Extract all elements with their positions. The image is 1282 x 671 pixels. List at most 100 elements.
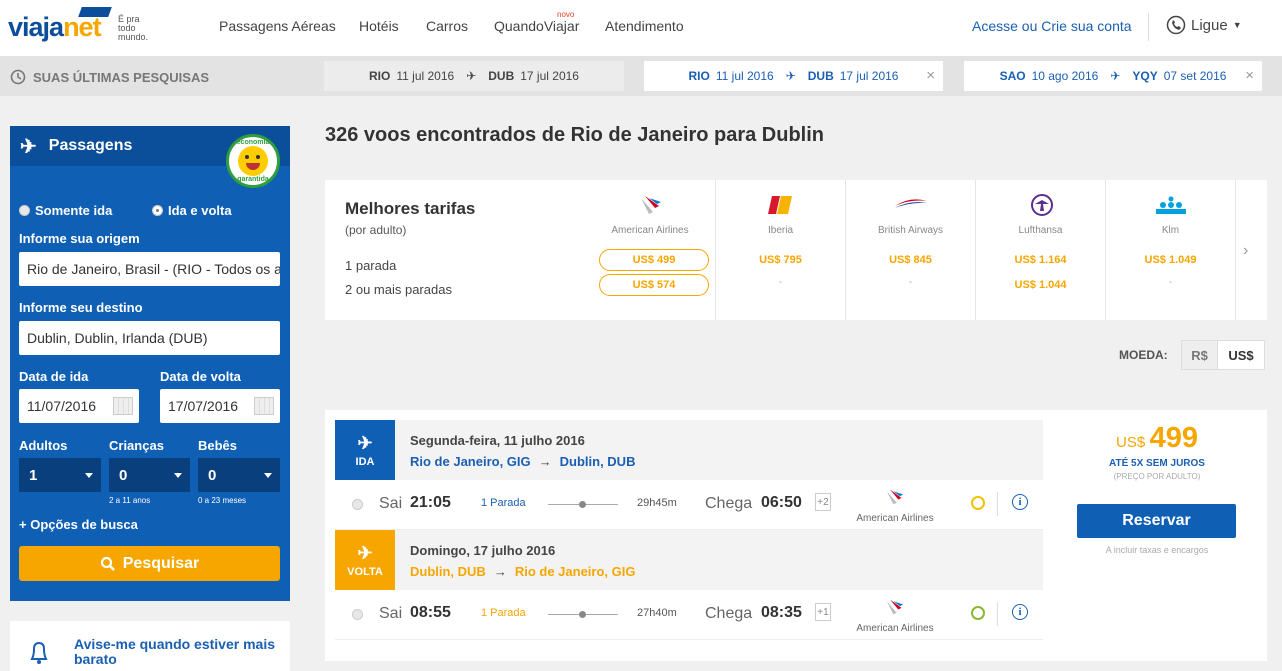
return-segment-header: ✈ VOLTA Domingo, 17 julho 2016 Dublin, D… — [335, 530, 1043, 590]
price-alert-text[interactable]: Avise-me quando estiver mais barato — [74, 637, 290, 667]
radio-round-trip[interactable]: Ida e volta — [152, 203, 232, 218]
currency-label: MOEDA: — [1119, 348, 1168, 362]
info-icon[interactable]: i — [1012, 604, 1028, 620]
adults-label: Adultos — [19, 438, 68, 453]
price-per-adult-note: (PREÇO POR ADULTO) — [1113, 472, 1201, 481]
outbound-flight-option[interactable]: Sai 21:05 1 Parada 29h45m Chega 06:50 +2… — [335, 480, 1043, 530]
reserve-button[interactable]: Reservar — [1077, 504, 1236, 538]
fare-price-empty: - — [1168, 276, 1173, 288]
best-fares-title: Melhores tarifas — [345, 199, 476, 218]
close-icon[interactable]: × — [1245, 67, 1254, 84]
airline-name: American Airlines — [856, 623, 934, 634]
fare-column-klm[interactable]: Klm US$ 1.049 - — [1105, 180, 1235, 320]
airline-name: British Airways — [877, 225, 943, 236]
search-button[interactable]: Pesquisar — [19, 546, 280, 581]
arrow-right-icon: → — [493, 564, 507, 579]
fare-column-british-airways[interactable]: British Airways US$ 845 - — [845, 180, 975, 320]
return-date-value: 17/07/2016 — [168, 398, 239, 414]
chip-to-date: 17 jul 2016 — [839, 69, 899, 83]
return-date: Domingo, 17 julho 2016 — [410, 543, 556, 558]
chevron-down-icon — [85, 473, 93, 478]
arrow-right-icon: → — [538, 454, 552, 469]
radio-dot[interactable] — [19, 205, 30, 216]
chevron-right-icon[interactable]: › — [1243, 242, 1248, 260]
return-date-input[interactable]: 17/07/2016 — [160, 389, 280, 423]
depart-date-value: 11/07/2016 — [27, 398, 97, 414]
price-alert-box[interactable]: Avise-me quando estiver mais barato — [10, 621, 290, 671]
chip-from: RIO — [369, 69, 391, 83]
arrive-time: 06:50 — [761, 494, 802, 511]
chip-from-date: 10 ago 2016 — [1031, 69, 1099, 83]
nav-support[interactable]: Atendimento — [605, 18, 684, 34]
recent-search-current[interactable]: RIO 11 jul 2016 ✈ DUB 17 jul 2016 — [324, 61, 624, 91]
fare-column-american-airlines[interactable]: American Airlines US$ 499 US$ 574 — [585, 180, 715, 320]
children-hint: 2 a 11 anos — [109, 496, 151, 505]
close-icon[interactable]: × — [926, 67, 935, 84]
nav-quandoviajar[interactable]: QuandoViajar — [494, 18, 579, 34]
babies-hint: 0 a 23 meses — [198, 496, 247, 505]
calendar-icon[interactable] — [113, 397, 133, 415]
logo-tagline: É pra todo mundo. — [118, 14, 149, 42]
fare-price-pill[interactable]: US$ 499 — [599, 249, 709, 271]
fare-price[interactable]: US$ 1.164 — [976, 254, 1105, 266]
stop-dot — [579, 611, 586, 618]
babies-select[interactable]: 0 — [198, 458, 280, 492]
best-fares-subtitle: (por adulto) — [345, 223, 407, 237]
radio-one-way[interactable]: Somente ida — [19, 203, 112, 218]
fare-price-empty: - — [778, 276, 783, 288]
nav-hotels[interactable]: Hotéis — [359, 18, 399, 34]
fare-price[interactable]: US$ 795 — [716, 254, 845, 266]
recent-search-item[interactable]: RIO 11 jul 2016 ✈ DUB 17 jul 2016 × — [644, 61, 943, 91]
depart-date-input[interactable]: 11/07/2016 — [19, 389, 139, 423]
currency-usd-button[interactable]: US$ — [1217, 340, 1265, 370]
british-airways-logo-icon — [895, 199, 927, 208]
calendar-icon[interactable] — [254, 397, 274, 415]
flight-select-radio[interactable] — [352, 499, 363, 510]
nav-flights[interactable]: Passagens Aéreas — [219, 18, 336, 34]
children-select[interactable]: 0 — [109, 458, 190, 492]
price-value: 499 — [1149, 422, 1199, 454]
nav-cars[interactable]: Carros — [426, 18, 468, 34]
info-icon[interactable]: i — [1012, 494, 1028, 510]
destination-label: Informe seu destino — [19, 300, 143, 315]
clock-icon — [971, 496, 985, 510]
chip-to-date: 17 jul 2016 — [520, 69, 579, 83]
fare-price[interactable]: US$ 1.044 — [976, 279, 1105, 291]
radio-round-trip-label: Ida e volta — [168, 203, 232, 218]
return-date-label: Data de volta — [160, 369, 241, 384]
stops-link[interactable]: 1 Parada — [481, 607, 526, 619]
fare-price[interactable]: US$ 1.049 — [1106, 254, 1235, 266]
adults-select[interactable]: 1 — [19, 458, 101, 492]
flight-select-radio[interactable] — [352, 609, 363, 620]
outbound-date: Segunda-feira, 11 julho 2016 — [410, 433, 585, 448]
currency-brl-button[interactable]: R$ — [1181, 340, 1218, 370]
fare-column-iberia[interactable]: Iberia US$ 795 - — [715, 180, 845, 320]
phone-menu[interactable]: Ligue ▼ — [1166, 15, 1242, 35]
adults-value: 1 — [29, 466, 38, 484]
radio-dot-selected[interactable] — [152, 205, 163, 216]
chip-from-date: 11 jul 2016 — [396, 69, 455, 83]
route-from: Dublin, DUB — [410, 564, 486, 579]
operating-airline: American Airlines — [845, 488, 945, 524]
fare-column-lufthansa[interactable]: Lufthansa US$ 1.164 US$ 1.044 — [975, 180, 1105, 320]
return-route: Dublin, DUB → Rio de Janeiro, GIG — [410, 564, 635, 579]
chip-to: YQY — [1132, 69, 1158, 83]
lufthansa-logo-icon — [1031, 194, 1053, 216]
return-flight-option[interactable]: Sai 08:55 1 Parada 27h40m Chega 08:35 +1… — [335, 590, 1043, 640]
route-to: Rio de Janeiro, GIG — [514, 564, 636, 579]
fares-row-1-stop: 1 parada — [345, 258, 397, 273]
account-link[interactable]: Acesse ou Crie sua conta — [972, 18, 1132, 34]
chip-from: RIO — [688, 69, 710, 83]
fare-price[interactable]: US$ 845 — [846, 254, 975, 266]
airline-name: American Airlines — [611, 225, 689, 236]
origin-input[interactable]: Rio de Janeiro, Brasil - (RIO - Todos os… — [19, 252, 280, 286]
plane-icon: ✈ — [20, 135, 37, 158]
recent-search-item[interactable]: SAO 10 ago 2016 ✈ YQY 07 set 2016 × — [964, 61, 1262, 91]
stops-link[interactable]: 1 Parada — [481, 497, 526, 509]
chip-to-date: 07 set 2016 — [1163, 69, 1227, 83]
destination-input[interactable]: Dublin, Dublin, Irlanda (DUB) — [19, 321, 280, 355]
search-options-link[interactable]: + Opções de busca — [19, 517, 138, 532]
fare-price-pill[interactable]: US$ 574 — [599, 274, 709, 296]
total-price: US$ 499 — [1057, 422, 1257, 455]
route-to: Dublin, DUB — [559, 454, 636, 469]
